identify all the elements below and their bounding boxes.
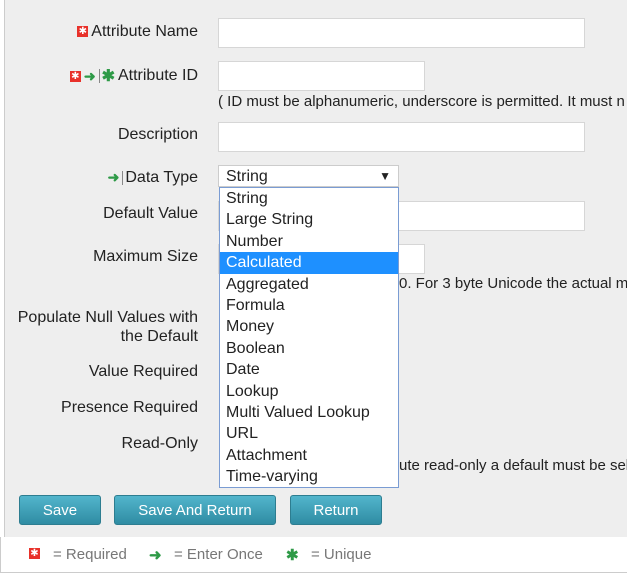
data-type-label: ➜ Data Type: [108, 169, 198, 187]
dropdown-option[interactable]: Money: [220, 316, 398, 337]
data-type-select[interactable]: String ▼: [218, 165, 399, 187]
dropdown-option[interactable]: Multi Valued Lookup: [220, 402, 398, 423]
dropdown-option[interactable]: Calculated: [220, 252, 398, 274]
legend-unique: = Unique: [311, 546, 372, 563]
dropdown-option[interactable]: Date: [220, 359, 398, 380]
presence-required-label: Presence Required: [61, 399, 198, 416]
dropdown-option[interactable]: URL: [220, 423, 398, 444]
attribute-id-label: ✱ ➜ ✱ Attribute ID: [69, 66, 198, 86]
dropdown-option[interactable]: Aggregated: [220, 274, 398, 295]
save-button[interactable]: Save: [19, 495, 101, 525]
required-icon: ✱: [77, 26, 89, 38]
read-only-note: ute read-only a default must be sel: [399, 457, 627, 474]
default-value-label: Default Value: [103, 205, 198, 222]
dropdown-option[interactable]: Number: [220, 231, 398, 252]
divider: [98, 69, 100, 83]
return-button[interactable]: Return: [290, 495, 382, 525]
attribute-id-input[interactable]: [218, 61, 425, 91]
label-text: Attribute Name: [91, 23, 198, 40]
dropdown-option[interactable]: String: [220, 188, 398, 209]
required-icon: ✱: [69, 70, 81, 82]
description-label: Description: [117, 126, 198, 143]
attribute-name-label: ✱ Attribute Name: [77, 23, 198, 41]
attribute-name-input[interactable]: [218, 18, 585, 48]
dropdown-option[interactable]: Large String: [220, 209, 398, 230]
label-text: Attribute ID: [117, 67, 198, 85]
description-input[interactable]: [218, 122, 585, 152]
read-only-label: Read-Only: [121, 435, 198, 452]
unique-icon: ✱: [101, 68, 115, 85]
populate-null-label: Populate Null Values with the Default: [17, 309, 198, 345]
legend-required: = Required: [53, 546, 127, 563]
enter-once-icon: ➜: [149, 547, 162, 564]
data-type-dropdown-list[interactable]: String Large String Number Calculated Aggreg…: [219, 187, 399, 488]
dropdown-option[interactable]: Formula: [220, 295, 398, 316]
selected-value: String: [226, 168, 268, 185]
dropdown-option[interactable]: Boolean: [220, 338, 398, 359]
divider: [122, 170, 124, 185]
enter-once-icon: ➜: [107, 169, 120, 186]
legend: ✱ = Required ➜ = Enter Once ✱ = Unique: [0, 537, 627, 573]
label-text: Data Type: [125, 169, 198, 186]
dropdown-option[interactable]: Time-varying: [220, 466, 398, 487]
dropdown-option[interactable]: Lookup: [220, 381, 398, 402]
dropdown-option[interactable]: Attachment: [220, 445, 398, 466]
required-icon: ✱: [29, 548, 40, 559]
attribute-id-note: ( ID must be alphanumeric, underscore is…: [218, 93, 625, 110]
maximum-size-label: Maximum Size: [93, 248, 198, 265]
dropdown-arrow-icon: ▼: [379, 169, 391, 183]
unique-icon: ✱: [286, 547, 299, 564]
legend-enter-once: = Enter Once: [174, 546, 263, 563]
enter-once-icon: ➜: [83, 67, 96, 84]
value-required-label: Value Required: [88, 363, 198, 380]
maximum-size-note: 0. For 3 byte Unicode the actual m: [399, 275, 627, 292]
save-and-return-button[interactable]: Save And Return: [114, 495, 276, 525]
